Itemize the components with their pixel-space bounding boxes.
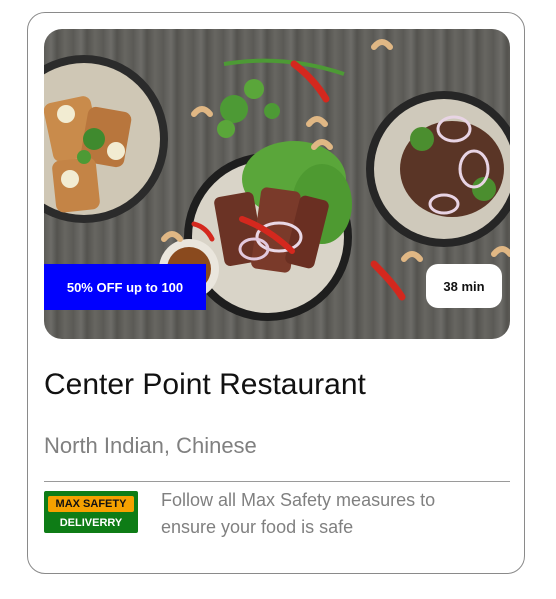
delivery-label: DELIVERRY — [59, 517, 123, 529]
offer-badge: 50% OFF up to 100 — [44, 264, 206, 310]
safety-message: Follow all Max Safety measures to ensure… — [161, 490, 436, 537]
restaurant-card[interactable]: 50% OFF up to 100 38 min Center Point Re… — [27, 12, 525, 574]
cuisine-list: North Indian, Chinese — [44, 433, 257, 458]
restaurant-food-image[interactable]: 50% OFF up to 100 38 min — [44, 29, 510, 339]
max-safety-badge: MAX SAFETY DELIVERRY — [44, 491, 138, 533]
max-safety-label: MAX SAFETY — [48, 496, 134, 512]
divider — [44, 481, 510, 482]
restaurant-name[interactable]: Center Point Restaurant — [44, 368, 366, 402]
delivery-time-badge: 38 min — [426, 264, 502, 308]
